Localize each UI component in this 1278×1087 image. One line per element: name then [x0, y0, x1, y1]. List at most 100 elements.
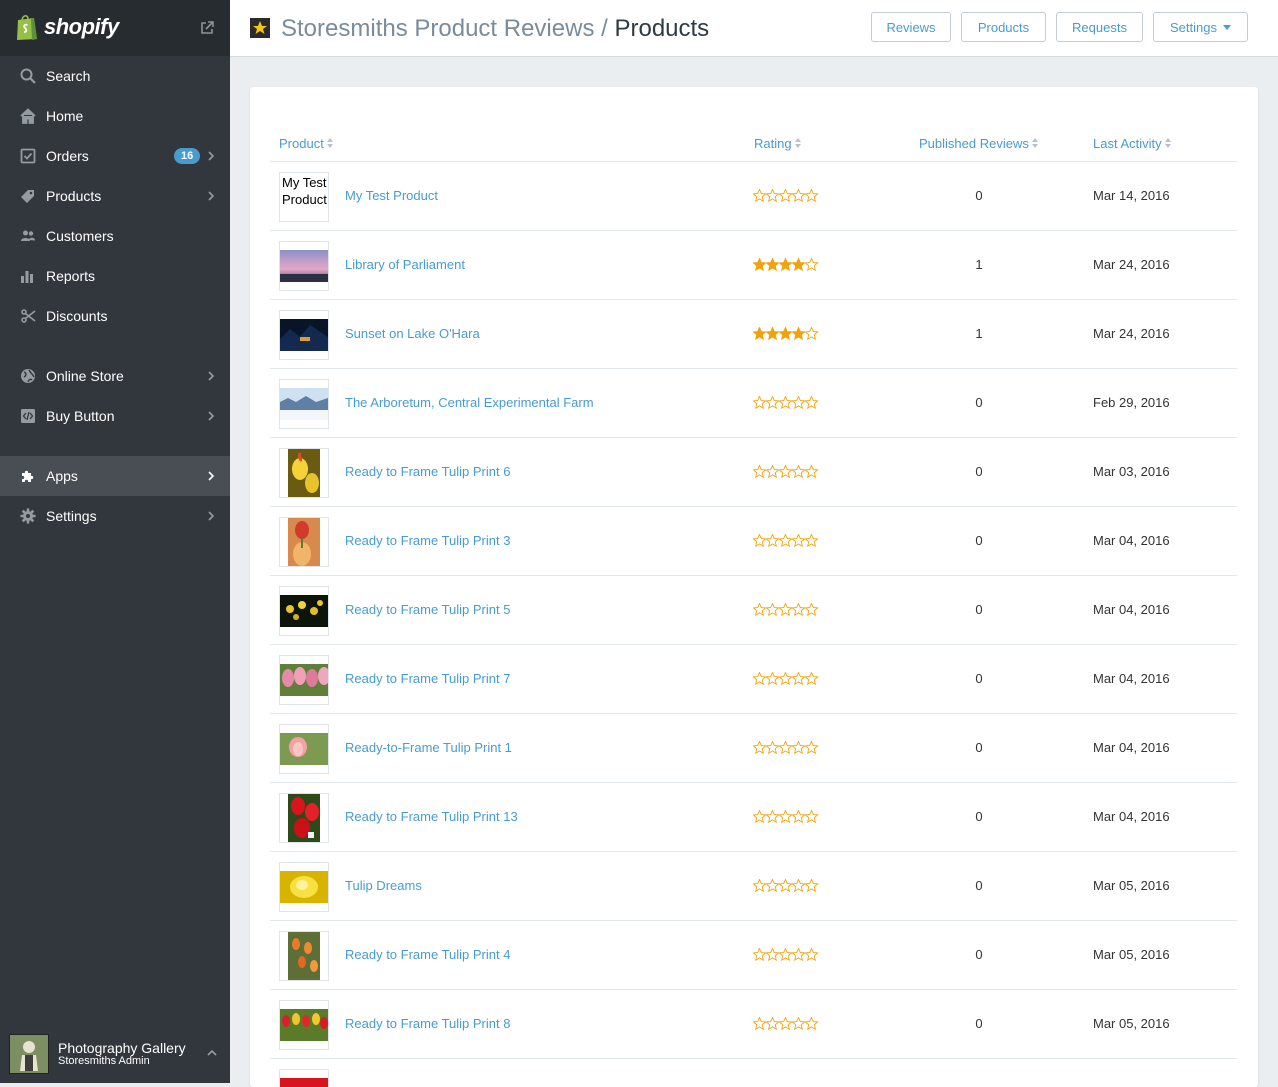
app-name-link[interactable]: Storesmiths Product Reviews: [281, 15, 594, 42]
published-reviews-count: 0: [975, 878, 983, 893]
customers-icon: [21, 230, 35, 241]
sidebar-item-reports[interactable]: Reports: [0, 256, 230, 296]
published-reviews-count: 0: [975, 188, 983, 203]
sidebar-item-label: Orders: [46, 148, 89, 164]
sidebar-item-customers[interactable]: Customers: [0, 216, 230, 256]
product-name-link[interactable]: Ready to Frame Tulip Print 13: [345, 809, 518, 824]
chevron-right-icon: [208, 511, 215, 521]
breadcrumb-separator: /: [601, 15, 608, 42]
product-name-link[interactable]: Ready to Frame Tulip Print 5: [345, 602, 510, 617]
products-button[interactable]: Products: [961, 12, 1046, 42]
product-name-link[interactable]: Ready-to-Frame Tulip Print 1: [345, 740, 512, 755]
sidebar-item-label: Products: [46, 188, 102, 204]
column-header-last-activity[interactable]: Last Activity: [1093, 136, 1172, 151]
sidebar-item-products[interactable]: Products: [0, 176, 230, 216]
sort-icon: [1164, 138, 1172, 149]
requests-button-label: Requests: [1072, 19, 1127, 35]
published-reviews-count: 0: [975, 740, 983, 755]
product-name-link[interactable]: My Test Product: [345, 188, 438, 203]
published-reviews-count: 1: [975, 326, 983, 341]
brand-name: shopify: [44, 14, 119, 39]
chevron-up-icon: [207, 1049, 217, 1056]
last-activity-date: Mar 24, 2016: [1093, 257, 1170, 272]
last-activity-date: Mar 05, 2016: [1093, 878, 1170, 893]
sidebar-item-label: Search: [46, 68, 91, 84]
thumbnail-text: My Test Product: [282, 175, 327, 207]
sort-icon: [794, 138, 802, 149]
product-thumbnail[interactable]: [279, 931, 329, 981]
product-name-link[interactable]: The Arboretum, Central Experimental Farm: [345, 395, 594, 410]
sidebar-item-label: Discounts: [46, 308, 108, 324]
product-thumbnail[interactable]: [279, 310, 329, 360]
table-row: Ready to Frame Tulip Print 13 0 Mar 04, 20…: [250, 783, 1258, 852]
sort-icon: [326, 138, 334, 149]
product-thumbnail[interactable]: [279, 517, 329, 567]
account-switcher[interactable]: Photography Gallery Storesmiths Admin: [0, 1027, 230, 1083]
search-icon: [20, 68, 36, 84]
product-thumbnail[interactable]: My Test Product: [279, 172, 329, 222]
last-activity-date: Mar 05, 2016: [1093, 1016, 1170, 1031]
product-name-link[interactable]: Ready to Frame Tulip Print 8: [345, 1016, 510, 1031]
column-header-published-reviews[interactable]: Published Reviews: [919, 136, 1039, 151]
product-thumbnail[interactable]: [279, 241, 329, 291]
published-reviews-count: 0: [975, 947, 983, 962]
sidebar-item-settings[interactable]: Settings: [0, 496, 230, 536]
caret-down-icon: [1222, 24, 1231, 30]
sidebar-item-apps[interactable]: Apps: [0, 456, 230, 496]
star-rating: [753, 1017, 819, 1030]
reviews-button[interactable]: Reviews: [871, 12, 951, 42]
account-role: Storesmiths Admin: [58, 1055, 150, 1067]
products-button-label: Products: [977, 19, 1030, 35]
product-name-link[interactable]: Library of Parliament: [345, 257, 465, 272]
table-row: Ready to Frame Tulip Print 5 0 Mar 04, 201…: [250, 576, 1258, 645]
product-name-link[interactable]: Ready to Frame Tulip Print 6: [345, 464, 510, 479]
puzzle-icon: [22, 470, 34, 482]
product-name-link[interactable]: Ready to Frame Tulip Print 4: [345, 947, 510, 962]
settings-dropdown-button[interactable]: Settings: [1153, 12, 1248, 42]
shopify-logo[interactable]: shopify: [15, 13, 119, 41]
product-thumbnail[interactable]: [279, 448, 329, 498]
published-reviews-count: 1: [975, 257, 983, 272]
last-activity-date: Mar 14, 2016: [1093, 188, 1170, 203]
sidebar-item-label: Online Store: [46, 368, 124, 384]
product-thumbnail[interactable]: [279, 379, 329, 429]
table-row: Ready to Frame Tulip Print 6 0 Mar 03, 201…: [250, 438, 1258, 507]
product-thumbnail[interactable]: [279, 862, 329, 912]
star-rating: [753, 465, 819, 478]
chevron-right-icon: [208, 151, 215, 161]
table-row: Library of Parliament 1 Mar 24, 2016: [250, 231, 1258, 300]
last-activity-date: Mar 24, 2016: [1093, 326, 1170, 341]
sidebar-item-discounts[interactable]: Discounts: [0, 296, 230, 336]
product-name-link[interactable]: Tulip Dreams: [345, 878, 422, 893]
app-star-icon: [250, 18, 270, 38]
sidebar-item-home[interactable]: Home: [0, 96, 230, 136]
product-thumbnail[interactable]: [279, 1000, 329, 1050]
code-icon: [21, 409, 35, 423]
sidebar-item-orders[interactable]: Orders 16: [0, 136, 230, 176]
product-name-link[interactable]: Sunset on Lake O'Hara: [345, 326, 480, 341]
requests-button[interactable]: Requests: [1056, 12, 1143, 42]
last-activity-date: Mar 04, 2016: [1093, 740, 1170, 755]
product-name-link[interactable]: Ready to Frame Tulip Print 3: [345, 533, 510, 548]
star-rating: [753, 948, 819, 961]
column-header-rating[interactable]: Rating: [754, 136, 802, 151]
reviews-button-label: Reviews: [886, 19, 936, 35]
product-thumbnail[interactable]: [279, 793, 329, 843]
sidebar-item-online-store[interactable]: Online Store: [0, 356, 230, 396]
product-thumbnail[interactable]: [279, 724, 329, 774]
external-link-icon[interactable]: [200, 21, 214, 35]
table-row: Sunset on Lake O'Hara 1 Mar 24, 2016: [250, 300, 1258, 369]
sidebar-item-search[interactable]: Search: [0, 56, 230, 96]
product-thumbnail[interactable]: [279, 655, 329, 705]
product-name-link[interactable]: Ready to Frame Tulip Print 7: [345, 671, 510, 686]
chevron-right-icon: [208, 411, 215, 421]
column-header-product[interactable]: Product: [279, 136, 334, 151]
sidebar-item-buy-button[interactable]: Buy Button: [0, 396, 230, 436]
star-rating: [753, 396, 819, 409]
last-activity-date: Mar 04, 2016: [1093, 671, 1170, 686]
published-reviews-count: 0: [975, 395, 983, 410]
product-thumbnail[interactable]: [279, 1069, 329, 1087]
product-thumbnail[interactable]: [279, 586, 329, 636]
published-reviews-count: 0: [975, 1016, 983, 1031]
sidebar-item-label: Apps: [46, 468, 78, 484]
